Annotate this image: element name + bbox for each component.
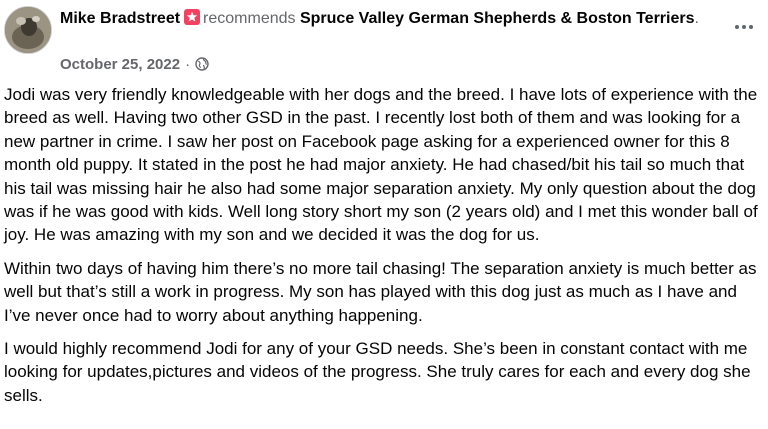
post-body: Jodi was very friendly knowledgeable wit… — [4, 83, 766, 417]
more-dot — [742, 25, 746, 29]
post-title-line: Mike Bradstreet recommends Spruce Valley … — [60, 8, 700, 30]
more-options-icon[interactable] — [730, 16, 758, 38]
post-meta: October 25, 2022 · — [60, 54, 209, 74]
globe-icon[interactable] — [195, 57, 209, 71]
page-name-link[interactable]: Spruce Valley German Shepherds & Boston … — [300, 10, 695, 27]
post-paragraph: Jodi was very friendly knowledgeable wit… — [4, 85, 758, 245]
avatar[interactable] — [4, 6, 52, 54]
recommend-star-icon — [184, 9, 201, 25]
post-paragraph: Within two days of having him there’s no… — [4, 258, 757, 325]
author-name[interactable]: Mike Bradstreet — [60, 10, 180, 27]
post-date[interactable]: October 25, 2022 — [60, 56, 180, 73]
more-dot — [735, 25, 739, 29]
post-header: Mike Bradstreet recommends Spruce Valley … — [0, 0, 768, 80]
more-dot — [749, 25, 753, 29]
title-trailing-dot: . — [694, 10, 699, 27]
post-paragraph: I would highly recommend Jodi for any of… — [4, 339, 751, 405]
recommends-label: recommends — [203, 10, 296, 27]
meta-separator: · — [185, 55, 191, 73]
